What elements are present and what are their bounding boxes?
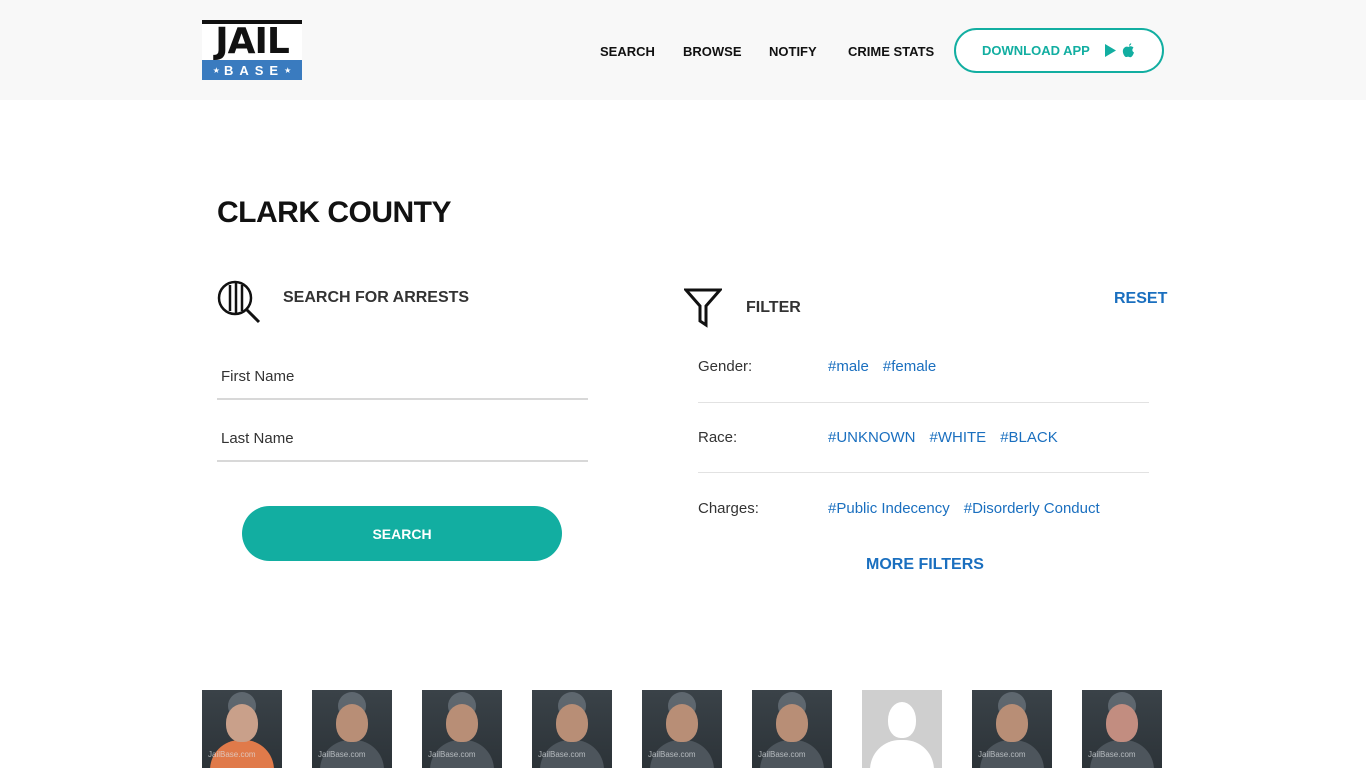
- mugshot-watermark: JailBase.com: [208, 750, 256, 759]
- tag-male[interactable]: #male: [828, 358, 869, 375]
- google-play-icon: [1104, 44, 1116, 57]
- filter-tags-charges: #Public Indecency #Disorderly Conduct: [828, 500, 1100, 517]
- filter-row-gender: Gender: #male #female: [698, 333, 1149, 403]
- apple-icon: [1122, 43, 1134, 58]
- nav-notify[interactable]: NOTIFY: [769, 44, 817, 59]
- tag-public-indecency[interactable]: #Public Indecency: [828, 500, 950, 517]
- mugshot-head: [666, 704, 698, 742]
- mugshot-head: [556, 704, 588, 742]
- search-button[interactable]: SEARCH: [242, 506, 562, 561]
- logo-bottom-text: BASE: [223, 62, 285, 78]
- filter-row-charges: Charges: #Public Indecency #Disorderly C…: [698, 474, 1149, 544]
- mugshot-head: [996, 704, 1028, 742]
- mugshot-head: [226, 704, 258, 742]
- nav-browse[interactable]: BROWSE: [683, 44, 742, 59]
- mugshot-thumbnail[interactable]: JailBase.com: [972, 690, 1052, 768]
- filter-heading: FILTER: [684, 288, 801, 328]
- mugshot-thumbnail[interactable]: JailBase.com: [752, 690, 832, 768]
- download-app-label: DOWNLOAD APP: [982, 43, 1090, 58]
- mugshot-strip: JailBase.com JailBase.com JailBase.com J…: [202, 690, 1162, 768]
- mugshot-head: [776, 704, 808, 742]
- page-title: CLARK COUNTY: [217, 196, 452, 229]
- tag-disorderly-conduct[interactable]: #Disorderly Conduct: [964, 500, 1100, 517]
- logo-wordmark-bottom: ★ BASE ★: [202, 60, 302, 80]
- filter-tags-gender: #male #female: [828, 358, 936, 375]
- mugshot-head: [336, 704, 368, 742]
- mugshot-watermark: JailBase.com: [758, 750, 806, 759]
- logo-star-icon: ★: [284, 65, 292, 75]
- reset-filters-link[interactable]: RESET: [1114, 290, 1167, 308]
- logo-star-icon: ★: [212, 65, 220, 75]
- mugshot-watermark: JailBase.com: [318, 750, 366, 759]
- mugshot-thumbnail[interactable]: JailBase.com: [532, 690, 612, 768]
- tag-white[interactable]: #WHITE: [930, 429, 987, 446]
- funnel-icon: [684, 288, 722, 328]
- silhouette-head: [888, 702, 916, 738]
- filter-row-race: Race: #UNKNOWN #WHITE #BLACK: [698, 403, 1149, 473]
- mugshot-watermark: JailBase.com: [978, 750, 1026, 759]
- mugshot-thumbnail[interactable]: JailBase.com: [422, 690, 502, 768]
- store-icons: [1104, 43, 1135, 58]
- mugshot-placeholder[interactable]: [862, 690, 942, 768]
- mugshot-watermark: JailBase.com: [648, 750, 696, 759]
- first-name-input[interactable]: [217, 354, 588, 398]
- search-heading-label: SEARCH FOR ARRESTS: [283, 289, 470, 306]
- download-app-button[interactable]: DOWNLOAD APP: [954, 28, 1164, 73]
- mugshot-watermark: JailBase.com: [1088, 750, 1136, 759]
- mugshot-thumbnail[interactable]: JailBase.com: [1082, 690, 1162, 768]
- mugshot-head: [1106, 704, 1138, 742]
- filter-label-gender: Gender:: [698, 358, 753, 375]
- first-name-field: [217, 354, 588, 400]
- search-magnifier-icon: [217, 280, 261, 324]
- mugshot-watermark: JailBase.com: [538, 750, 586, 759]
- filter-tags-race: #UNKNOWN #WHITE #BLACK: [828, 429, 1058, 446]
- mugshot-thumbnail[interactable]: JailBase.com: [312, 690, 392, 768]
- tag-black[interactable]: #BLACK: [1000, 429, 1058, 446]
- tag-unknown[interactable]: #UNKNOWN: [828, 429, 916, 446]
- silhouette-body: [870, 740, 934, 768]
- mugshot-watermark: JailBase.com: [428, 750, 476, 759]
- search-heading: SEARCH FOR ARRESTS: [217, 280, 469, 324]
- site-header: JAIL ★ BASE ★ SEARCH BROWSE NOTIFY CRIME…: [0, 0, 1366, 100]
- tag-female[interactable]: #female: [883, 358, 936, 375]
- mugshot-thumbnail[interactable]: JailBase.com: [642, 690, 722, 768]
- nav-crime-stats[interactable]: CRIME STATS: [848, 44, 934, 59]
- last-name-input[interactable]: [217, 416, 588, 460]
- mugshot-head: [446, 704, 478, 742]
- jailbase-logo[interactable]: JAIL ★ BASE ★: [202, 20, 302, 80]
- filter-label-charges: Charges:: [698, 500, 759, 517]
- nav-search[interactable]: SEARCH: [600, 44, 655, 59]
- last-name-field: [217, 416, 588, 462]
- mugshot-thumbnail[interactable]: JailBase.com: [202, 690, 282, 768]
- more-filters-link[interactable]: MORE FILTERS: [866, 556, 984, 574]
- filter-heading-label: FILTER: [746, 299, 801, 316]
- filter-label-race: Race:: [698, 429, 738, 446]
- logo-wordmark-top: JAIL: [202, 20, 302, 60]
